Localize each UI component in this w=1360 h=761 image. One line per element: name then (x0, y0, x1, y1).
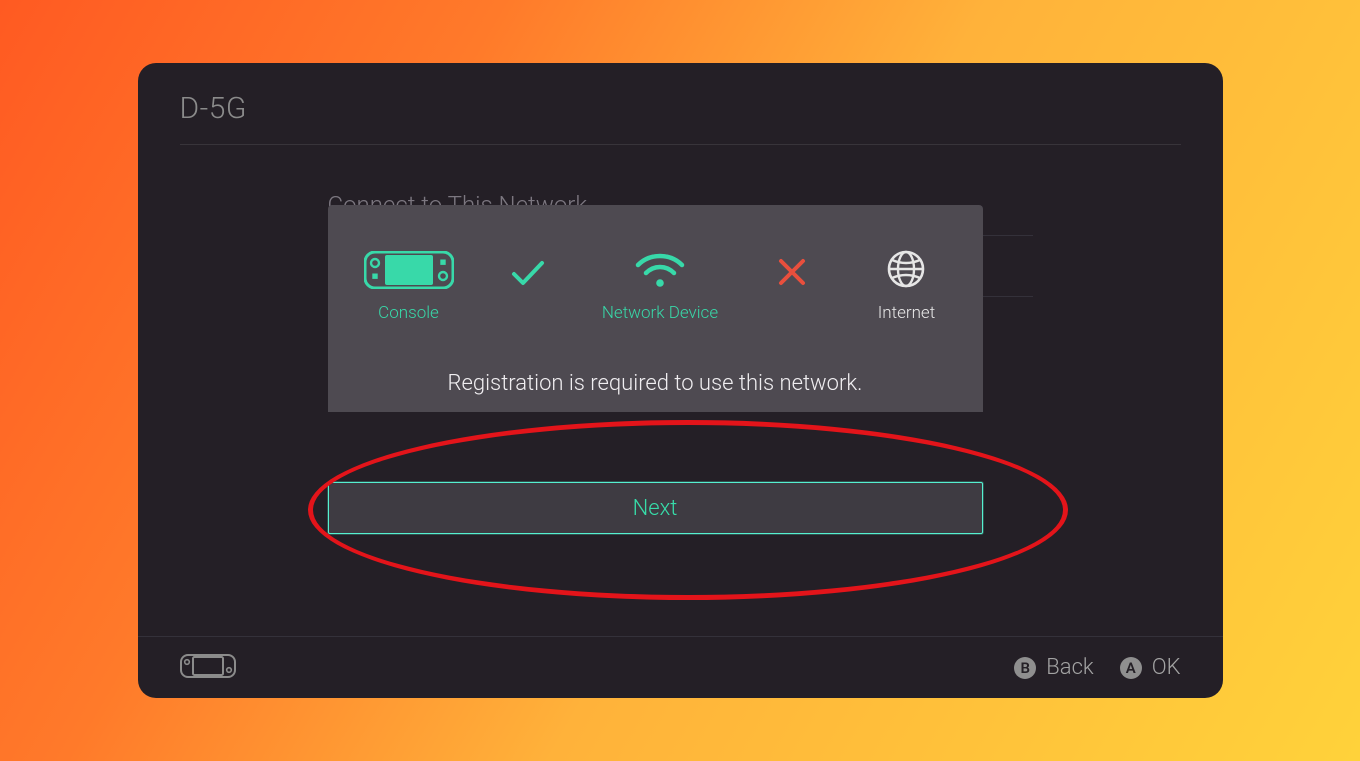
internet-node: Internet (866, 249, 946, 323)
next-button[interactable]: Next (328, 482, 983, 534)
back-hint[interactable]: B Back (1014, 655, 1093, 680)
link-internet-fail (772, 257, 812, 287)
ok-label: OK (1152, 655, 1181, 680)
network-device-label: Network Device (602, 303, 718, 323)
modal-message: Registration is required to use this net… (358, 371, 953, 396)
ok-hint[interactable]: A OK (1120, 655, 1181, 680)
console-screen: D-5G Connect to This Network C C Console (138, 63, 1223, 698)
internet-label: Internet (878, 303, 935, 323)
b-button-icon: B (1014, 657, 1036, 679)
check-icon (511, 259, 545, 287)
controller-icon (180, 654, 236, 684)
header: D-5G (138, 63, 1223, 136)
footer: B Back A OK (138, 636, 1223, 698)
status-row: Console Network Device (358, 249, 953, 323)
back-label: Back (1046, 655, 1093, 680)
wifi-icon (634, 253, 686, 289)
connection-status-modal: Console Network Device (328, 205, 983, 412)
link-console-ok (508, 259, 548, 287)
switch-console-icon (364, 251, 454, 289)
a-button-icon: A (1120, 657, 1142, 679)
console-node: Console (364, 251, 454, 323)
network-device-node: Network Device (602, 253, 718, 323)
network-ssid: D-5G (180, 91, 1181, 126)
body: Connect to This Network C C Console (138, 145, 1223, 698)
console-label: Console (378, 303, 439, 323)
x-icon (777, 257, 807, 287)
globe-icon (886, 249, 926, 289)
next-button-label: Next (633, 496, 678, 521)
